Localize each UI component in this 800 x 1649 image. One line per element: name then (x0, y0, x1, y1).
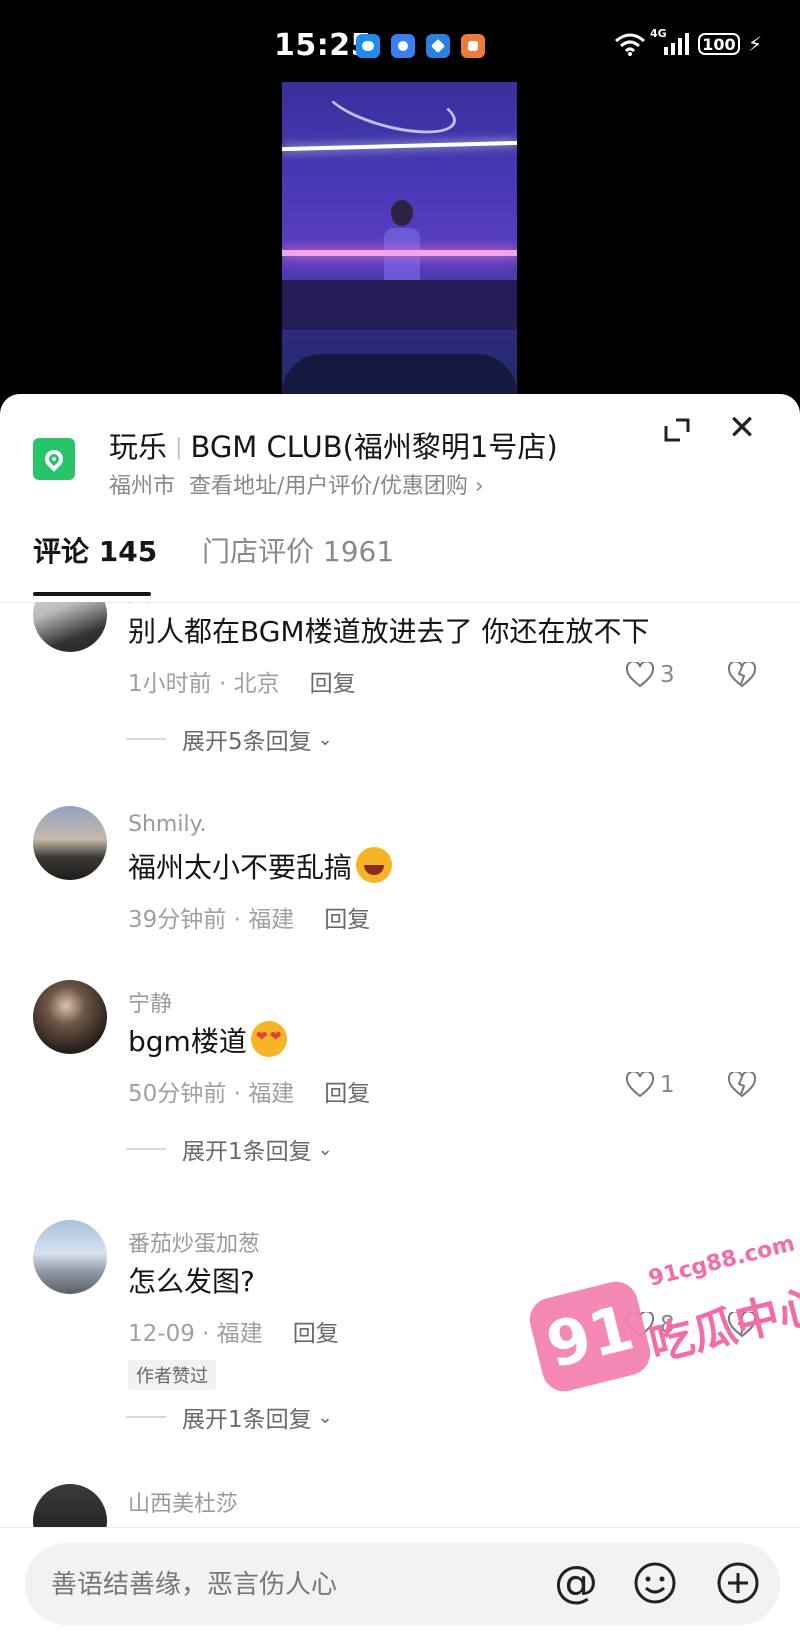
status-bar: 15:25 4G 100 ⚡ (0, 0, 800, 82)
comment-author[interactable]: Shmily. (128, 812, 206, 837)
wireless-app-icon (391, 34, 415, 58)
chevron-down-icon: ⌄ (317, 728, 333, 750)
stage-neon-bar (282, 250, 517, 256)
place-links: 查看地址/用户评价/优惠团购 (189, 474, 468, 499)
author-liked-badge: 作者赞过 (128, 1360, 216, 1390)
reply-button[interactable]: 回复 (324, 907, 370, 933)
add-icon[interactable] (715, 1560, 761, 1606)
reply-button[interactable]: 回复 (310, 671, 356, 697)
chevron-right-icon: › (474, 474, 484, 499)
comment-meta: 12-09 · 福建 回复 (128, 1314, 339, 1348)
comment-meta: 39分钟前 · 福建 回复 (128, 900, 370, 934)
signal-icon: 4G (650, 27, 690, 55)
comment-time-location: 1小时前 · 北京 (128, 671, 280, 697)
title-divider: | (175, 435, 183, 460)
system-status: 4G 100 ⚡ (614, 27, 762, 56)
comment-author[interactable]: 番茄炒蛋加葱 (128, 1226, 260, 1258)
cube-app-icon (426, 34, 450, 58)
close-icon[interactable]: ✕ (724, 410, 760, 446)
reply-button[interactable]: 回复 (324, 1081, 370, 1107)
dislike-icon[interactable] (727, 1310, 757, 1342)
comment-text: 别人都在BGM楼道放进去了 你还在放不下 (128, 615, 650, 648)
laughing-emoji-icon (356, 847, 393, 883)
comment-author[interactable]: 宁静 (128, 986, 172, 1018)
avatar[interactable] (33, 1484, 107, 1527)
tab-comments[interactable]: 评论 145 (33, 530, 157, 570)
dislike-icon[interactable] (727, 660, 757, 692)
location-pin-icon (33, 438, 75, 480)
active-tab-indicator (33, 592, 151, 596)
tab-store-reviews[interactable]: 门店评价 1961 (202, 530, 394, 570)
mention-icon[interactable]: @ (550, 1557, 602, 1609)
avatar[interactable] (33, 806, 107, 880)
emoji-icon[interactable] (632, 1560, 678, 1606)
expand-replies-button[interactable]: 展开1条回复 ⌄ (126, 1400, 333, 1434)
battery-icon: 100 (697, 33, 740, 55)
place-name: BGM CLUB(福州黎明1号店) (190, 430, 558, 464)
comment-time-location: 39分钟前 · 福建 (128, 907, 295, 933)
comment-text: 怎么发图? (128, 1265, 255, 1298)
comment-text: 福州太小不要乱搞 (128, 846, 393, 886)
dislike-icon[interactable] (727, 1070, 757, 1102)
dj-desk (282, 280, 517, 330)
stage-light-curve (318, 82, 462, 145)
like-count: 3 (660, 662, 675, 688)
like-button[interactable]: 1 (626, 1072, 675, 1098)
stage-light-bar (282, 140, 517, 152)
comment-time-location: 12-09 · 福建 (128, 1321, 263, 1347)
comment-list[interactable]: 文. 别人都在BGM楼道放进去了 你还在放不下 1小时前 · 北京回复 3 展开… (0, 602, 800, 1527)
place-category: 玩乐 (109, 430, 168, 464)
comment-sheet: 玩乐 | BGM CLUB(福州黎明1号店) 福州市 查看地址/用户评价/优惠团购 ›… (0, 394, 800, 1649)
comment-meta: 1小时前 · 北京 回复 (128, 664, 356, 698)
like-count: 8 (660, 1312, 675, 1338)
expand-replies-button[interactable]: 展开1条回复 ⌄ (126, 1132, 333, 1166)
heart-icon (626, 1312, 654, 1338)
place-title[interactable]: 玩乐 | BGM CLUB(福州黎明1号店) (109, 424, 558, 466)
chevron-down-icon: ⌄ (317, 1406, 333, 1428)
place-city: 福州市 (109, 474, 176, 499)
heart-icon (626, 662, 654, 688)
heart-icon (626, 1072, 654, 1098)
comment-input-container: @ (25, 1543, 780, 1627)
like-button[interactable]: 8 (626, 1312, 675, 1338)
like-button[interactable]: 3 (626, 662, 675, 688)
like-count: 1 (660, 1072, 675, 1098)
avatar[interactable] (33, 602, 107, 652)
avatar[interactable] (33, 1220, 107, 1294)
comment-time-location: 50分钟前 · 福建 (128, 1081, 295, 1107)
chevron-down-icon: ⌄ (317, 1138, 333, 1160)
comment-author[interactable]: 文. (128, 602, 157, 608)
fullscreen-icon[interactable] (660, 412, 696, 448)
heart-eyes-emoji-icon (250, 1021, 287, 1057)
comment-input-bar: @ (0, 1527, 800, 1649)
comment-meta: 50分钟前 · 福建 回复 (128, 1074, 370, 1108)
avatar[interactable] (33, 980, 107, 1054)
charging-icon: ⚡ (747, 32, 762, 56)
comment-text: bgm楼道 (128, 1020, 287, 1060)
message-app-icon (356, 34, 380, 58)
video-player[interactable] (282, 82, 517, 402)
comment-input[interactable] (49, 1543, 533, 1627)
comment-author[interactable]: 山西美杜莎 (128, 1486, 238, 1518)
heart-app-icon (461, 34, 485, 58)
tab-bar: 评论 145 门店评价 1961 (0, 512, 800, 603)
reply-button[interactable]: 回复 (293, 1321, 339, 1347)
network-type: 4G (649, 27, 667, 40)
wifi-icon (614, 32, 646, 56)
place-subtitle[interactable]: 福州市 查看地址/用户评价/优惠团购 › (109, 468, 484, 500)
notification-icons (356, 34, 485, 58)
expand-replies-button[interactable]: 展开5条回复 ⌄ (126, 722, 333, 756)
